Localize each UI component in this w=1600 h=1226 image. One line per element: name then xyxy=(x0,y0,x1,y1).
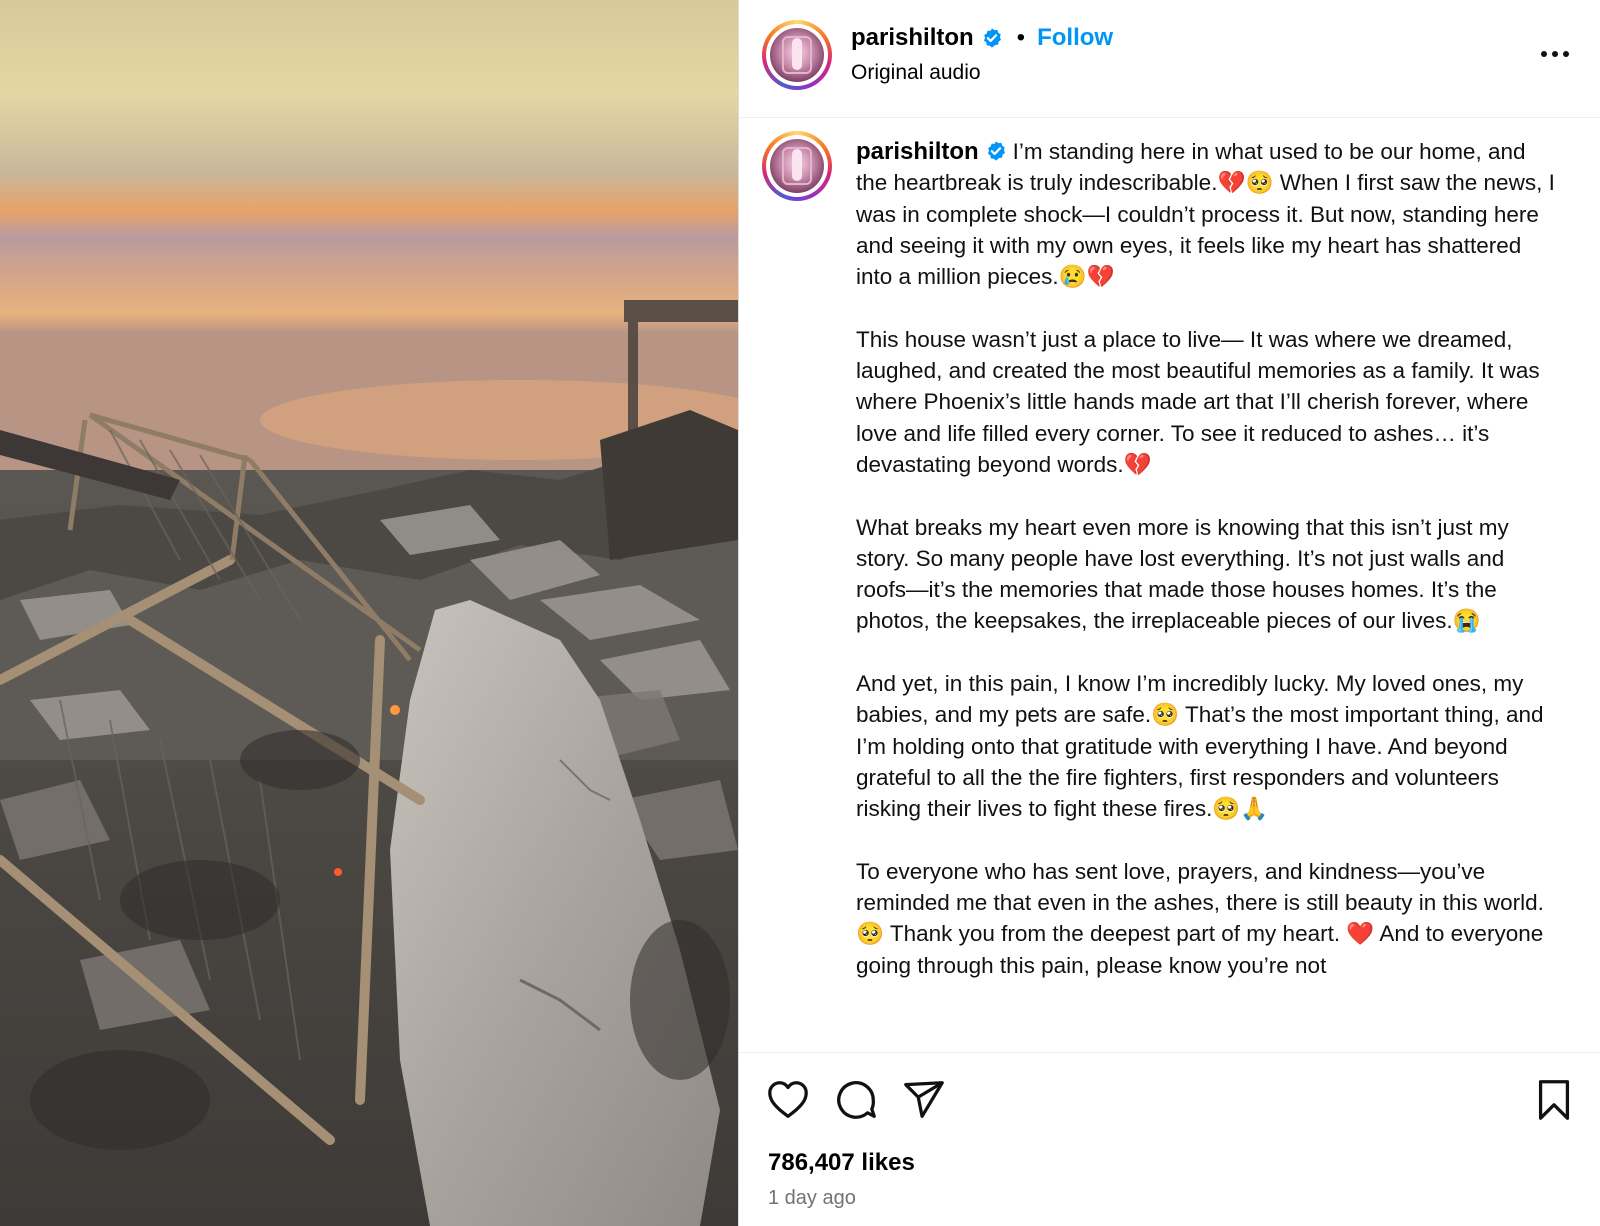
caption-paragraph-1: parishilton I’m standing here in what use… xyxy=(856,136,1556,292)
post-timestamp[interactable]: 1 day ago xyxy=(768,1187,856,1210)
caption-paragraph-3: What breaks my heart even more is knowin… xyxy=(856,514,1509,634)
send-icon[interactable] xyxy=(901,1077,947,1123)
avatar[interactable] xyxy=(762,20,832,90)
caption-avatar[interactable] xyxy=(762,131,832,201)
verified-badge-icon xyxy=(983,28,1001,48)
action-bar: 786,407 likes 1 day ago xyxy=(739,1052,1600,1226)
profile-picture xyxy=(770,28,824,82)
profile-picture xyxy=(770,139,824,193)
heart-icon[interactable] xyxy=(765,1077,811,1123)
likes-count[interactable]: 786,407 likes xyxy=(768,1149,915,1177)
username-link[interactable]: parishilton xyxy=(851,24,974,52)
follow-button[interactable]: Follow xyxy=(1037,24,1113,52)
burned-house-image xyxy=(0,0,738,1226)
caption-paragraph-5: To everyone who has sent love, prayers, … xyxy=(856,858,1544,978)
post-header: parishilton • Follow Original audio xyxy=(739,0,1600,118)
post-caption: parishilton I’m standing here in what use… xyxy=(856,136,1556,1012)
caption-area[interactable]: parishilton I’m standing here in what use… xyxy=(739,118,1600,1052)
caption-paragraph-4: And yet, in this pain, I know I’m incred… xyxy=(856,671,1544,822)
caption-username-link[interactable]: parishilton xyxy=(856,138,979,165)
post-media-video[interactable] xyxy=(0,0,738,1226)
header-user-line: parishilton • Follow xyxy=(851,24,1113,52)
bookmark-icon[interactable] xyxy=(1531,1077,1577,1123)
verified-badge-icon xyxy=(987,141,1005,161)
separator-dot: • xyxy=(1016,24,1026,51)
audio-label[interactable]: Original audio xyxy=(851,61,981,85)
comment-icon[interactable] xyxy=(833,1077,879,1123)
post-detail-panel: parishilton • Follow Original audio pari… xyxy=(738,0,1600,1226)
caption-paragraph-2: This house wasn’t just a place to live— … xyxy=(856,326,1540,477)
more-options-icon[interactable] xyxy=(1539,44,1571,64)
